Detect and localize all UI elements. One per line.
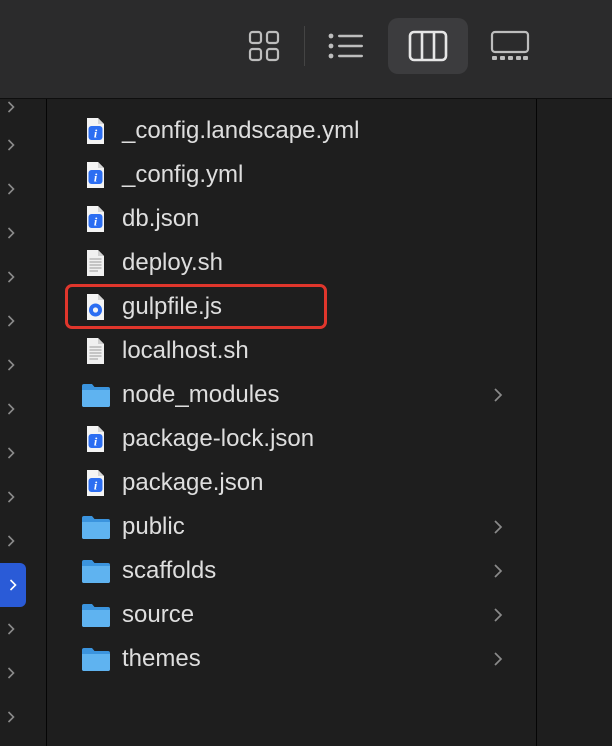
folder-row[interactable]: node_modules [47, 373, 536, 417]
parent-item-chevron[interactable] [0, 263, 22, 291]
json-info-icon: i [81, 117, 109, 145]
chevron-right-icon [7, 183, 15, 195]
chevron-right-icon [7, 491, 15, 503]
json-info-icon: i [81, 425, 109, 453]
file-row[interactable]: i db.json [47, 197, 536, 241]
chevron-right-icon [7, 711, 15, 723]
item-name: package.json [122, 469, 264, 496]
parent-item-chevron[interactable] [0, 703, 22, 731]
icon-view-button[interactable] [224, 18, 304, 74]
chevron-right-icon [492, 606, 504, 624]
list-view-button[interactable] [306, 18, 386, 74]
toolbar-separator [304, 26, 305, 66]
gallery-view-icon [490, 30, 530, 60]
folder-row[interactable]: source [47, 593, 536, 637]
chevron-right-icon [7, 623, 15, 635]
chevron-right-icon [492, 650, 504, 668]
chevron-right-icon [492, 386, 504, 404]
parent-item-chevron[interactable] [0, 93, 22, 121]
chevron-right-icon [7, 535, 15, 547]
parent-item-chevron[interactable] [0, 219, 22, 247]
preview-column [536, 99, 612, 746]
item-name: public [122, 513, 185, 540]
parent-item-chevron[interactable] [0, 131, 22, 159]
file-row[interactable]: localhost.sh [47, 329, 536, 373]
folder-row[interactable]: public [47, 505, 536, 549]
column-view-button[interactable] [388, 18, 468, 74]
parent-item-chevron[interactable] [0, 527, 22, 555]
file-row[interactable]: i package.json [47, 461, 536, 505]
text-document-icon [81, 249, 109, 277]
chevron-right-icon [9, 579, 17, 591]
folder-icon [81, 645, 110, 673]
item-name: themes [122, 645, 201, 672]
chevron-right-icon [492, 518, 504, 536]
folder-icon [81, 381, 110, 409]
text-document-icon [81, 337, 109, 365]
item-name: _config.landscape.yml [122, 117, 360, 144]
chevron-right-icon [7, 359, 15, 371]
folder-row[interactable]: scaffolds [47, 549, 536, 593]
highlight-annotation [65, 284, 327, 329]
folder-icon [81, 601, 110, 629]
json-info-icon: i [81, 469, 109, 497]
parent-column[interactable] [0, 99, 47, 746]
file-row[interactable]: deploy.sh [47, 241, 536, 285]
folder-icon [81, 513, 110, 541]
file-column[interactable]: i _config.landscape.yml i _config.yml i db.js… [47, 99, 536, 746]
gallery-view-button[interactable] [470, 18, 550, 74]
chevron-right-icon [7, 139, 15, 151]
chevron-right-icon [7, 447, 15, 459]
chevron-right-icon [7, 271, 15, 283]
file-row[interactable]: i _config.landscape.yml [47, 109, 536, 153]
list-view-icon [328, 33, 363, 59]
parent-item-chevron[interactable] [0, 307, 22, 335]
parent-item-selected-chevron[interactable] [0, 563, 26, 607]
folder-row[interactable]: themes [47, 637, 536, 681]
parent-item-chevron[interactable] [0, 439, 22, 467]
parent-item-chevron[interactable] [0, 659, 22, 687]
file-row[interactable]: i _config.yml [47, 153, 536, 197]
json-info-icon: i [81, 205, 109, 233]
folder-icon [81, 557, 110, 585]
chevron-right-icon [7, 667, 15, 679]
chevron-right-icon [7, 101, 15, 113]
parent-item-chevron[interactable] [0, 483, 22, 511]
column-view-icon [408, 30, 448, 62]
item-name: localhost.sh [122, 337, 249, 364]
item-name: node_modules [122, 381, 280, 408]
item-name: scaffolds [122, 557, 217, 584]
chevron-right-icon [7, 315, 15, 327]
icon-view-icon [248, 30, 280, 62]
json-info-icon: i [81, 161, 109, 189]
chevron-right-icon [7, 227, 15, 239]
parent-item-chevron[interactable] [0, 175, 22, 203]
item-name: _config.yml [122, 161, 244, 188]
finder-toolbar [0, 0, 612, 99]
parent-item-chevron[interactable] [0, 395, 22, 423]
item-name: db.json [122, 205, 200, 232]
item-name: deploy.sh [122, 249, 223, 276]
parent-item-chevron[interactable] [0, 351, 22, 379]
item-name: package-lock.json [122, 425, 315, 452]
chevron-right-icon [492, 562, 504, 580]
item-name: source [122, 601, 195, 628]
chevron-right-icon [7, 403, 15, 415]
file-row[interactable]: i package-lock.json [47, 417, 536, 461]
parent-item-chevron[interactable] [0, 615, 22, 643]
